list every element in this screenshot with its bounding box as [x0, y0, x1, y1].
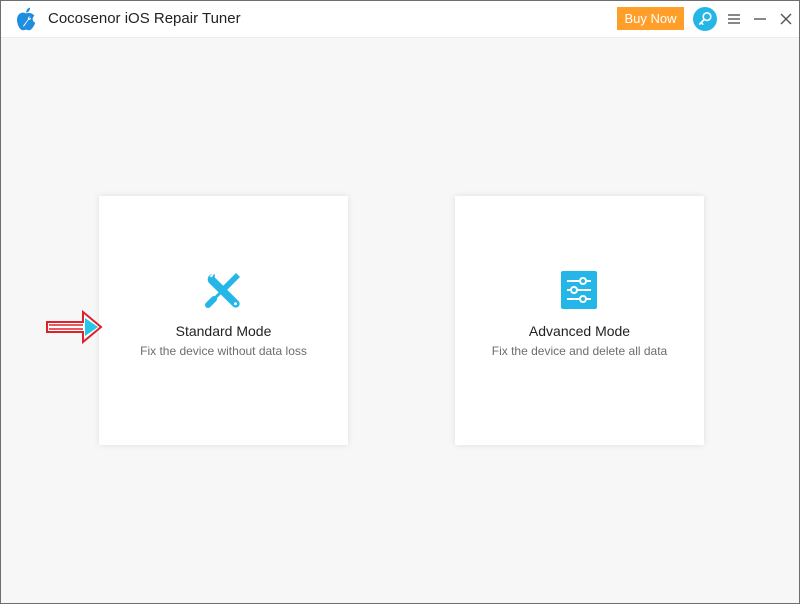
standard-mode-title: Standard Mode	[175, 323, 272, 339]
key-icon[interactable]	[693, 7, 717, 31]
sliders-icon	[561, 271, 597, 309]
apple-wrench-logo-icon	[17, 7, 36, 31]
advanced-mode-card[interactable]: Advanced Mode Fix the device and delete …	[455, 196, 704, 445]
title-bar: Cocosenor iOS Repair Tuner Buy Now	[1, 1, 799, 38]
standard-mode-description: Fix the device without data loss	[140, 344, 307, 358]
hamburger-menu-icon[interactable]	[727, 11, 741, 27]
close-icon[interactable]	[779, 11, 793, 27]
app-title: Cocosenor iOS Repair Tuner	[48, 10, 241, 27]
advanced-mode-title: Advanced Mode	[528, 323, 631, 339]
app-window: Cocosenor iOS Repair Tuner Buy Now Stand…	[0, 0, 800, 604]
advanced-mode-description: Fix the device and delete all data	[491, 344, 668, 358]
wrench-screwdriver-icon	[205, 273, 240, 308]
standard-mode-card[interactable]: Standard Mode Fix the device without dat…	[99, 196, 348, 445]
buy-now-button[interactable]: Buy Now	[617, 7, 684, 30]
red-arrow-pointer-icon	[46, 309, 103, 345]
minimize-icon[interactable]	[753, 11, 767, 27]
